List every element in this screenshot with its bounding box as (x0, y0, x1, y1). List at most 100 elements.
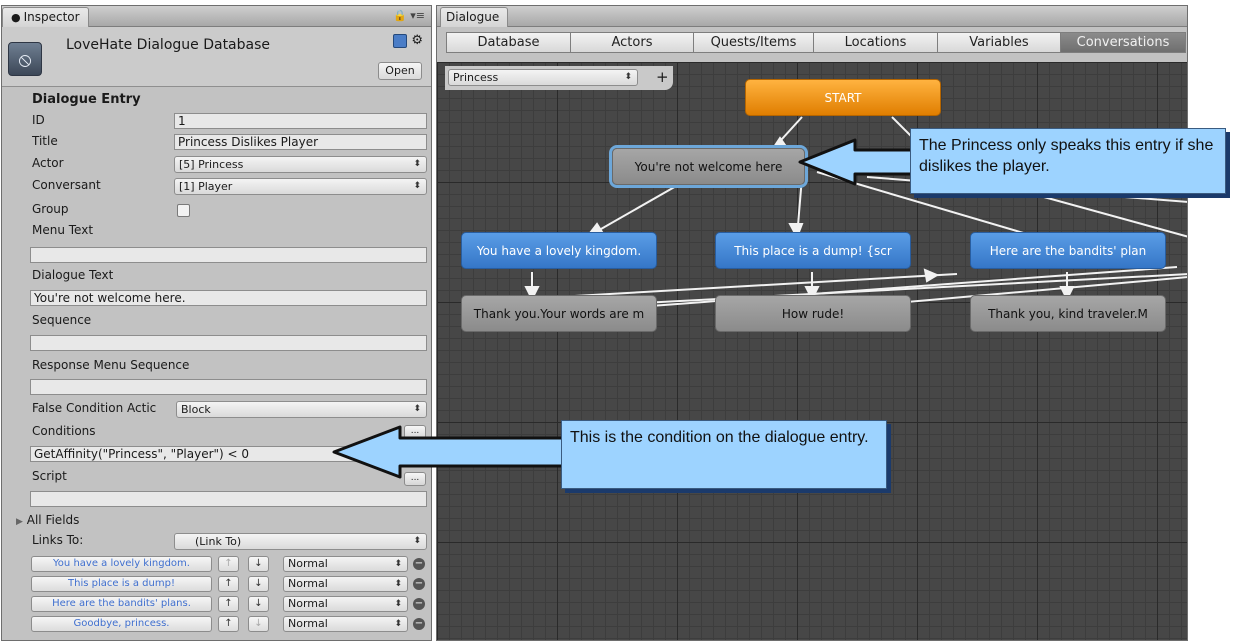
conversant-label: Conversant (32, 178, 101, 192)
entry-node-not-welcome[interactable]: You're not welcome here (612, 148, 805, 185)
inspector-panel: ● Inspector 🔒 ▾≡ ⦸ LoveHate Dialogue Data… (1, 5, 432, 641)
link-priority-value: Normal (288, 577, 328, 590)
conversant-dropdown[interactable]: [1] Player ⬍ (174, 178, 427, 195)
link-priority-value: Normal (288, 597, 328, 610)
move-up-button[interactable]: ↑ (218, 556, 239, 572)
response-menu-sequence-field[interactable] (30, 379, 427, 395)
dialogue-tabbar: Dialogue (437, 6, 1187, 27)
move-up-button[interactable]: ↑ (218, 596, 239, 612)
response-node-bandits-plans[interactable]: Here are the bandits' plan (970, 232, 1166, 269)
toolbar-database[interactable]: Database (446, 32, 571, 53)
move-up-button[interactable]: ↑ (218, 576, 239, 592)
links-to-label: Links To: (32, 533, 84, 547)
conversation-dropdown[interactable]: Princess ⬍ (448, 69, 638, 86)
title-label: Title (32, 134, 58, 148)
link-priority-dropdown[interactable]: Normal ⬍ (283, 576, 408, 592)
info-icon: ● (11, 11, 21, 24)
conditions-field[interactable]: GetAffinity("Princess", "Player") < 0 (30, 446, 427, 462)
conditions-label: Conditions (32, 424, 96, 438)
conversation-selector: Princess ⬍ + (445, 66, 673, 90)
dialogue-editor-panel: Dialogue Database Actors Quests/Items Lo… (436, 5, 1188, 641)
remove-link-button[interactable]: − (413, 558, 425, 570)
gear-icon[interactable]: ⚙ (411, 33, 423, 48)
chevron-updown-icon: ⬍ (413, 536, 421, 546)
response-node-dump[interactable]: This place is a dump! {scr (715, 232, 911, 269)
link-priority-value: Normal (288, 617, 328, 630)
remove-link-button[interactable]: − (413, 618, 425, 630)
chevron-updown-icon: ⬍ (394, 559, 402, 569)
triangle-right-icon: ▶ (16, 517, 23, 527)
tab-dialogue[interactable]: Dialogue (440, 7, 509, 27)
editor-toolbar: Database Actors Quests/Items Locations V… (446, 32, 1186, 53)
sequence-field[interactable] (30, 335, 427, 351)
link-priority-dropdown[interactable]: Normal ⬍ (283, 616, 408, 632)
start-node[interactable]: START (745, 79, 941, 116)
false-condition-label: False Condition Actic (32, 401, 157, 415)
move-down-button[interactable]: ↓ (248, 616, 269, 632)
add-conversation-button[interactable]: + (656, 68, 669, 86)
callout-top: The Princess only speaks this entry if s… (910, 128, 1226, 194)
toolbar-locations[interactable]: Locations (813, 32, 938, 53)
dialogue-database-icon: ⦸ (8, 42, 42, 76)
callout-bottom: This is the condition on the dialogue en… (561, 420, 887, 489)
conditions-wizard-button[interactable]: ... (404, 425, 426, 439)
link-priority-dropdown[interactable]: Normal ⬍ (283, 596, 408, 612)
toolbar-quests-items[interactable]: Quests/Items (693, 32, 814, 53)
toolbar-conversations[interactable]: Conversations (1060, 32, 1186, 53)
all-fields-label: All Fields (26, 513, 80, 527)
dialogue-text-field[interactable]: You're not welcome here. (30, 290, 427, 306)
move-down-button[interactable]: ↓ (248, 556, 269, 572)
toolbar-actors[interactable]: Actors (570, 32, 694, 53)
links-to-dropdown[interactable]: (Link To) ⬍ (174, 533, 427, 550)
conversation-value: Princess (453, 71, 499, 84)
reply-node-how-rude[interactable]: How rude! (715, 295, 911, 332)
chevron-updown-icon: ⬍ (394, 619, 402, 629)
tab-inspector-label: Inspector (23, 10, 80, 24)
link-button[interactable]: You have a lovely kingdom. (31, 556, 212, 572)
false-condition-value: Block (181, 403, 211, 416)
chevron-updown-icon: ⬍ (394, 599, 402, 609)
reply-node-thank-you[interactable]: Thank you.Your words are m (461, 295, 657, 332)
response-node-lovely-kingdom[interactable]: You have a lovely kingdom. (461, 232, 657, 269)
inspector-tabbar: ● Inspector 🔒 ▾≡ (2, 6, 431, 27)
open-button[interactable]: Open (378, 62, 422, 80)
remove-link-button[interactable]: − (413, 598, 425, 610)
id-label: ID (32, 113, 45, 127)
all-fields-foldout[interactable]: ▶ All Fields (16, 513, 79, 527)
section-title: Dialogue Entry (32, 92, 141, 107)
script-wizard-button[interactable]: ... (404, 472, 426, 486)
chevron-updown-icon: ⬍ (624, 72, 632, 82)
reply-node-kind-traveler[interactable]: Thank you, kind traveler.M (970, 295, 1166, 332)
conversant-value: [1] Player (179, 180, 233, 193)
script-label: Script (32, 469, 67, 483)
link-button[interactable]: This place is a dump! (31, 576, 212, 592)
toolbar-variables[interactable]: Variables (937, 32, 1061, 53)
group-checkbox[interactable] (177, 204, 190, 217)
link-button[interactable]: Here are the bandits' plans. (31, 596, 212, 612)
link-priority-value: Normal (288, 557, 328, 570)
link-button[interactable]: Goodbye, princess. (31, 616, 212, 632)
title-field[interactable]: Princess Dislikes Player (174, 134, 427, 150)
false-condition-dropdown[interactable]: Block ⬍ (176, 401, 427, 418)
response-menu-sequence-label: Response Menu Sequence (32, 358, 190, 372)
panel-menu-icon[interactable]: 🔒 ▾≡ (393, 9, 425, 22)
move-up-button[interactable]: ↑ (218, 616, 239, 632)
actor-value: [5] Princess (179, 158, 244, 171)
chevron-updown-icon: ⬍ (413, 159, 421, 169)
actor-label: Actor (32, 156, 64, 170)
help-book-icon[interactable] (393, 33, 408, 48)
tab-inspector[interactable]: ● Inspector (2, 7, 89, 27)
remove-link-button[interactable]: − (413, 578, 425, 590)
id-field[interactable]: 1 (174, 113, 427, 129)
links-to-value: (Link To) (195, 535, 242, 548)
dialogue-text-label: Dialogue Text (32, 268, 114, 282)
chevron-updown-icon: ⬍ (413, 404, 421, 414)
sequence-label: Sequence (32, 313, 92, 327)
move-down-button[interactable]: ↓ (248, 596, 269, 612)
actor-dropdown[interactable]: [5] Princess ⬍ (174, 156, 427, 173)
link-priority-dropdown[interactable]: Normal ⬍ (283, 556, 408, 572)
menu-text-label: Menu Text (32, 223, 94, 237)
menu-text-field[interactable] (30, 247, 427, 263)
script-field[interactable] (30, 491, 427, 507)
move-down-button[interactable]: ↓ (248, 576, 269, 592)
